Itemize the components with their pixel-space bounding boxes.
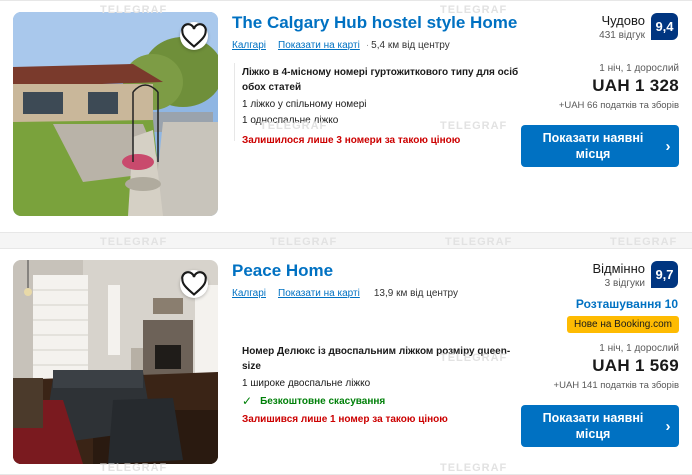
show-on-map-link[interactable]: Показати на карті xyxy=(278,288,360,299)
watermark: TELEGRAF xyxy=(270,236,338,248)
watermark: TELEGRAF xyxy=(100,462,168,474)
taxes-text: +UAH 66 податків та зборів xyxy=(558,100,679,111)
cta-label: Показати наявні місця xyxy=(542,131,644,161)
chevron-right-icon: › xyxy=(665,137,671,155)
score-badge: 9,4 xyxy=(651,13,678,40)
price: UAH 1 328 xyxy=(592,76,679,95)
chevron-right-icon: › xyxy=(665,417,671,435)
room-name: Ліжко в 4-місному номері гуртожиткового … xyxy=(242,67,519,93)
free-cancellation-label: Безкоштовне скасування xyxy=(260,396,386,407)
distance-text: 5,4 км від центру xyxy=(371,40,450,51)
availability-warning: Залишилося лише 3 номери за такою ціною xyxy=(242,135,461,146)
watermark: TELEGRAF xyxy=(260,120,328,132)
watermark: TELEGRAF xyxy=(440,4,508,16)
divider xyxy=(234,63,235,141)
city-link[interactable]: Калгарі xyxy=(232,40,266,51)
room-detail: 1 широке двоспальне ліжко xyxy=(242,378,371,389)
show-availability-button[interactable]: Показати наявні місця › xyxy=(521,125,679,167)
watermark: TELEGRAF xyxy=(440,462,508,474)
property-title[interactable]: Peace Home xyxy=(232,261,333,281)
property-photo[interactable] xyxy=(13,260,218,464)
property-title[interactable]: The Calgary Hub hostel style Home xyxy=(232,13,517,33)
stay-details: 1 ніч, 1 дорослий xyxy=(599,343,679,354)
show-on-map-link[interactable]: Показати на карті xyxy=(278,40,360,51)
free-cancellation: ✓ Безкоштовне скасування xyxy=(242,394,527,409)
availability-warning: Залишився лише 1 номер за такою ціною xyxy=(242,414,448,425)
stay-details: 1 ніч, 1 дорослий xyxy=(599,63,679,74)
save-favorite-button[interactable] xyxy=(180,270,208,298)
price-box: 1 ніч, 1 дорослий UAH 1 569 +UAH 141 под… xyxy=(554,343,679,391)
review-score[interactable]: Чудово 431 відгук 9,4 xyxy=(599,13,678,41)
location-score: Розташування 10 xyxy=(575,297,678,311)
city-link[interactable]: Калгарі xyxy=(232,288,266,299)
score-badge: 9,7 xyxy=(651,261,678,288)
taxes-text: +UAH 141 податків та зборів xyxy=(553,380,679,391)
cta-label: Показати наявні місця xyxy=(542,411,644,441)
property-card: Peace Home Калгарі Показати на карті 13,… xyxy=(0,248,692,475)
property-photo[interactable] xyxy=(13,12,218,216)
room-detail: 1 ліжко у спільному номері xyxy=(242,99,367,110)
rating-word: Відмінно xyxy=(592,261,645,276)
property-card: The Calgary Hub hostel style Home Калгар… xyxy=(0,0,692,233)
distance-text: 13,9 км від центру xyxy=(373,288,458,299)
review-count: 431 відгук xyxy=(599,30,645,41)
watermark: TELEGRAF xyxy=(100,4,168,16)
rating-word: Чудово xyxy=(601,13,645,28)
dot-separator: · xyxy=(365,40,370,51)
review-count: 3 відгуки xyxy=(604,278,645,289)
review-words: Чудово 431 відгук xyxy=(599,13,645,41)
watermark: TELEGRAF xyxy=(100,236,168,248)
checkmark-icon: ✓ xyxy=(242,394,253,408)
price: UAH 1 569 xyxy=(592,356,679,375)
new-on-booking-badge: Нове на Booking.com xyxy=(567,316,679,333)
save-favorite-button[interactable] xyxy=(180,22,208,50)
watermark: TELEGRAF xyxy=(445,236,513,248)
heart-icon xyxy=(181,23,207,48)
watermark: TELEGRAF xyxy=(610,236,678,248)
review-words: Відмінно 3 відгуки xyxy=(592,261,645,289)
price-box: 1 ніч, 1 дорослий UAH 1 328 +UAH 66 пода… xyxy=(559,63,679,111)
search-results: The Calgary Hub hostel style Home Калгар… xyxy=(0,0,692,475)
watermark: TELEGRAF xyxy=(440,352,508,364)
show-availability-button[interactable]: Показати наявні місця › xyxy=(521,405,679,447)
location-row: Калгарі Показати на карті · 5,4 км від ц… xyxy=(232,40,450,51)
review-score[interactable]: Відмінно 3 відгуки 9,7 xyxy=(592,261,678,289)
heart-icon xyxy=(181,271,207,296)
room-info: Ліжко в 4-місному номері гуртожиткового … xyxy=(242,65,527,148)
watermark: TELEGRAF xyxy=(440,120,508,132)
location-row: Калгарі Показати на карті 13,9 км від це… xyxy=(232,288,458,299)
